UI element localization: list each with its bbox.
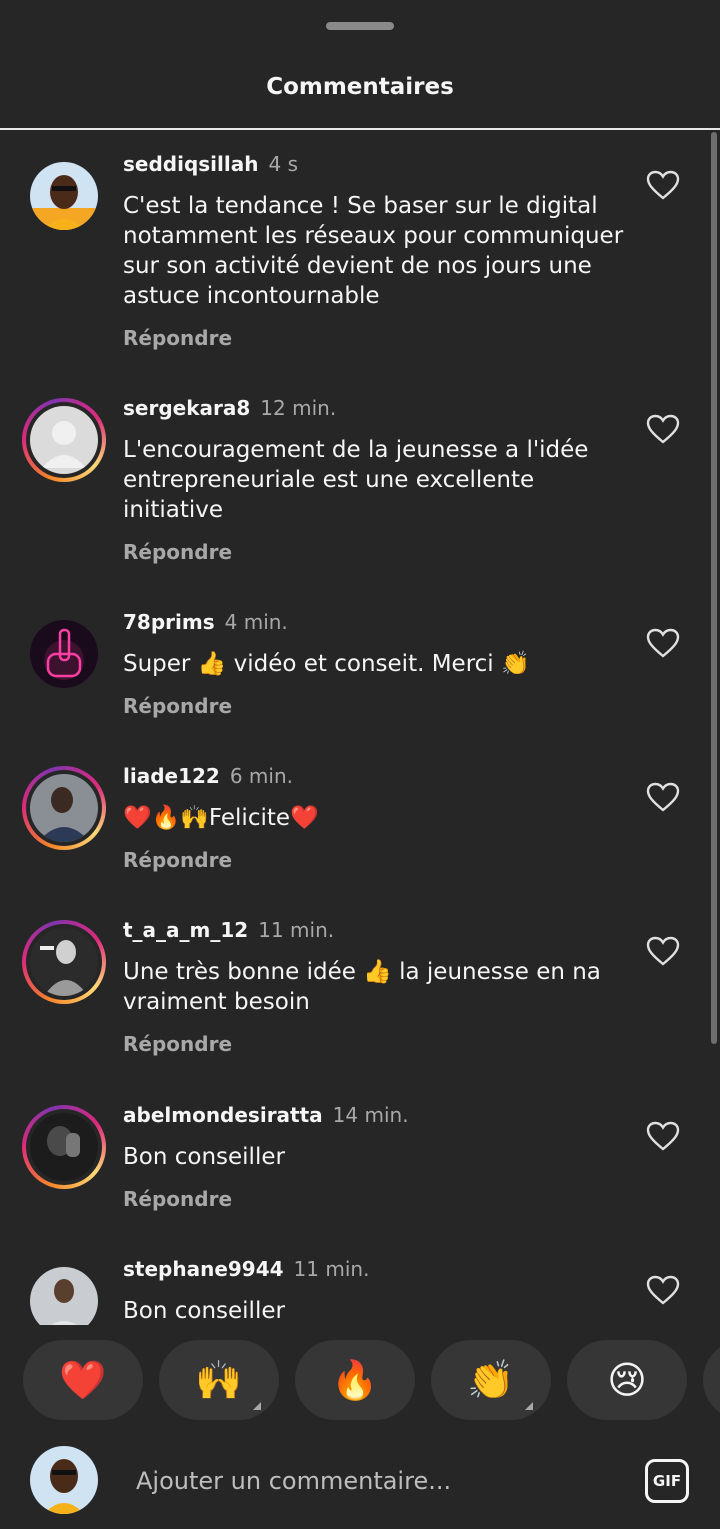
heart-outline-icon[interactable] <box>646 782 680 812</box>
quick-reactions-bar: ❤️ 🙌 🔥 👏 😢 <box>0 1340 720 1420</box>
reaction-raised-hands-button[interactable]: 🙌 <box>159 1340 279 1420</box>
avatar[interactable] <box>22 612 106 696</box>
reply-button[interactable]: Répondre <box>123 540 232 564</box>
comment-meta: sergekara8 12 min. <box>123 396 336 420</box>
comment-text: ❤️🔥🙌Felicite❤️ <box>123 805 319 831</box>
reply-button[interactable]: Répondre <box>123 1032 232 1056</box>
avatar[interactable] <box>22 1105 106 1189</box>
neon-hand-icon <box>30 620 98 688</box>
comment-time: 4 s <box>268 152 298 176</box>
profile-photo-icon <box>30 774 98 842</box>
comment-username[interactable]: abelmondesiratta <box>123 1103 323 1127</box>
comment-text: Super 👍 vidéo et conseit. Merci 👏 <box>123 651 530 677</box>
comment-text: C'est la tendance ! Se baser sur le digi… <box>123 193 624 309</box>
heart-outline-icon[interactable] <box>646 414 680 444</box>
comment-meta: liade122 6 min. <box>123 764 293 788</box>
comment-text: L'encouragement de la jeunesse a l'idée … <box>123 437 589 523</box>
reply-button[interactable]: Répondre <box>123 694 232 718</box>
comment-meta: abelmondesiratta 14 min. <box>123 1103 409 1127</box>
reply-button[interactable]: Répondre <box>123 848 232 872</box>
avatar[interactable] <box>22 1259 106 1325</box>
heart-outline-icon[interactable] <box>646 170 680 200</box>
scrollbar[interactable] <box>711 132 717 1044</box>
comment-time: 12 min. <box>260 396 337 420</box>
avatar[interactable] <box>22 920 106 1004</box>
comment-username[interactable]: sergekara8 <box>123 396 250 420</box>
reaction-fire-button[interactable]: 🔥 <box>295 1340 415 1420</box>
comment-meta: stephane9944 11 min. <box>123 1257 369 1281</box>
reaction-more-button[interactable] <box>703 1340 720 1420</box>
default-avatar-icon <box>30 406 98 474</box>
my-avatar <box>30 1446 98 1514</box>
comment-meta: seddiqsillah 4 s <box>123 152 298 176</box>
gif-icon[interactable]: GIF <box>645 1459 689 1503</box>
reply-button[interactable]: Répondre <box>123 326 232 350</box>
profile-photo-icon <box>30 1267 98 1325</box>
clapping-hands-emoji-icon: 👏 <box>467 1357 515 1402</box>
variants-indicator-icon <box>525 1402 533 1410</box>
dark-photo-icon <box>30 1113 98 1181</box>
crying-face-emoji-icon: 😢 <box>607 1358 647 1402</box>
variants-indicator-icon <box>253 1402 261 1410</box>
comment-username[interactable]: 78prims <box>123 610 215 634</box>
comment-meta: 78prims 4 min. <box>123 610 288 634</box>
comment-text: Bon conseiller <box>123 1144 285 1170</box>
red-heart-emoji-icon: ❤️ <box>59 1357 107 1402</box>
heart-outline-icon[interactable] <box>646 936 680 966</box>
sheet-title: Commentaires <box>266 74 454 100</box>
comment-composer: Ajouter un commentaire... GIF <box>0 1436 720 1529</box>
comment-username[interactable]: seddiqsillah <box>123 152 258 176</box>
comment-time: 11 min. <box>293 1257 370 1281</box>
comment-time: 11 min. <box>258 918 335 942</box>
heart-outline-icon[interactable] <box>646 628 680 658</box>
drag-handle[interactable] <box>326 22 394 30</box>
comment-username[interactable]: liade122 <box>123 764 220 788</box>
raised-hands-emoji-icon: 🙌 <box>195 1357 243 1402</box>
reaction-crying-button[interactable]: 😢 <box>567 1340 687 1420</box>
heart-outline-icon[interactable] <box>646 1121 680 1151</box>
comment-time: 4 min. <box>224 610 288 634</box>
reaction-clap-button[interactable]: 👏 <box>431 1340 551 1420</box>
avatar[interactable] <box>22 398 106 482</box>
comment-text: Une très bonne idée 👍 la jeunesse en na … <box>123 959 601 1015</box>
comment-text: Bon conseiller <box>123 1298 285 1324</box>
comment-time: 6 min. <box>229 764 293 788</box>
profile-photo-icon <box>30 162 98 230</box>
comment-time: 14 min. <box>332 1103 409 1127</box>
comment-username[interactable]: stephane9944 <box>123 1257 284 1281</box>
reaction-heart-button[interactable]: ❤️ <box>23 1340 143 1420</box>
avatar[interactable] <box>22 766 106 850</box>
fire-emoji-icon: 🔥 <box>331 1357 379 1402</box>
comments-list[interactable]: seddiqsillah 4 s C'est la tendance ! Se b… <box>0 132 720 1325</box>
bw-photo-icon <box>30 928 98 996</box>
comment-meta: t_a_a_m_12 11 min. <box>123 918 334 942</box>
comments-sheet-header: Commentaires <box>0 0 720 130</box>
reply-button[interactable]: Répondre <box>123 1187 232 1211</box>
comment-username[interactable]: t_a_a_m_12 <box>123 918 248 942</box>
avatar[interactable] <box>22 154 106 238</box>
comment-input[interactable]: Ajouter un commentaire... <box>136 1467 616 1495</box>
heart-outline-icon[interactable] <box>646 1275 680 1305</box>
